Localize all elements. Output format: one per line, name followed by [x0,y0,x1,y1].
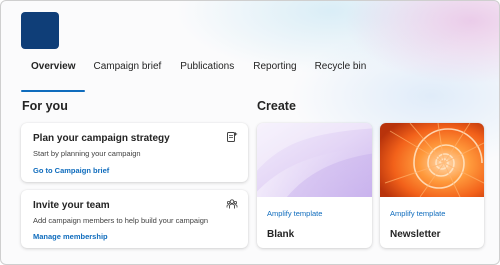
people-team-icon [226,199,238,209]
template-source-label: Amplify template [390,209,446,218]
blank-template-thumbnail [257,123,372,197]
create-heading: Create [257,99,296,113]
template-name: Blank [267,229,295,240]
plan-strategy-card: Plan your campaign strategy Start by pla… [21,123,248,182]
tab-reporting[interactable]: Reporting [253,61,296,85]
document-plan-icon [227,132,238,142]
tab-overview[interactable]: Overview [20,61,87,92]
card-description: Start by planning your campaign [33,149,141,158]
template-name: Newsletter [390,229,441,240]
invite-team-card: Invite your team Add campaign members to… [21,190,248,248]
tab-bar: Overview Campaign brief Publications Rep… [20,61,367,92]
go-to-campaign-brief-link[interactable]: Go to Campaign brief [33,166,109,175]
card-title: Invite your team [33,200,110,211]
campaign-overview-page: Overview Campaign brief Publications Rep… [0,0,500,265]
tab-recycle-bin[interactable]: Recycle bin [315,61,367,85]
manage-membership-link[interactable]: Manage membership [33,232,108,241]
card-title: Plan your campaign strategy [33,133,170,144]
template-source-label: Amplify template [267,209,323,218]
blank-template-tile[interactable]: Amplify template Blank [257,123,372,248]
tab-campaign-brief[interactable]: Campaign brief [93,61,161,85]
tab-publications[interactable]: Publications [180,61,234,85]
for-you-heading: For you [22,99,68,113]
newsletter-template-thumbnail [380,123,484,197]
campaign-logo [21,12,59,49]
newsletter-template-tile[interactable]: Amplify template Newsletter [380,123,484,248]
card-description: Add campaign members to help build your … [33,216,209,225]
